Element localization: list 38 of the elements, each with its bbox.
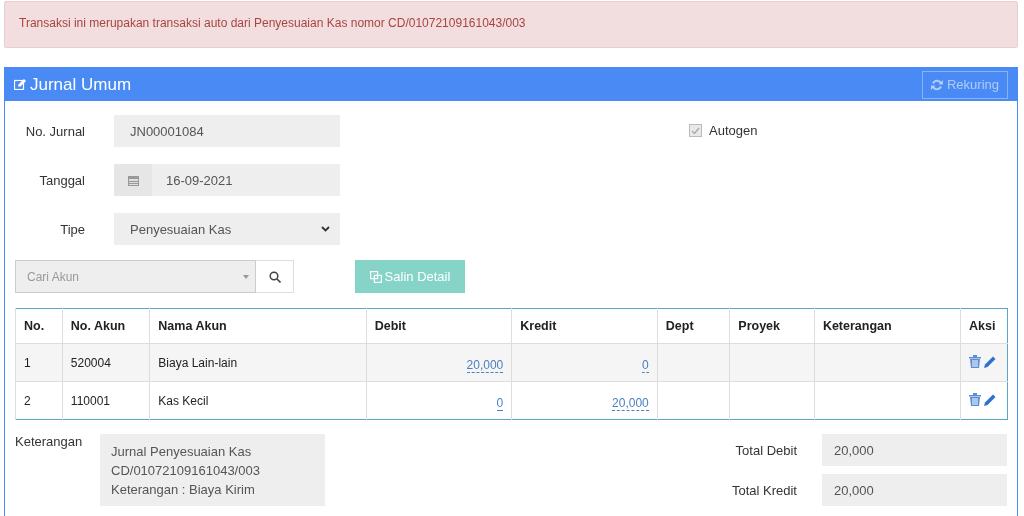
journal-number-field[interactable]: JN00001084 [114,115,340,147]
amount-link[interactable]: 0 [496,390,504,411]
table-cell: 1 [15,343,63,382]
edit-icon [14,79,26,90]
field-label: Tipe [59,221,85,237]
search-icon [268,270,281,283]
type-dropdown[interactable]: Penyesuaian Kas [114,213,340,245]
field-label: Total Kredit [730,482,797,498]
amount-link[interactable]: 20,000 [466,352,504,373]
table-cell: Biaya Lain-lain [149,343,367,382]
panel-title: Jurnal Umum [30,74,132,95]
caret-icon [243,274,249,279]
table-cell: 2 [15,381,63,420]
date-field[interactable]: 16-09-2021 [114,164,340,196]
total-credit-field: 20,000 [822,474,1007,506]
search-button[interactable] [256,260,294,293]
copy-icon [369,270,382,283]
checkbox-label: Autogen [709,123,758,138]
field-label: No. Jurnal [24,123,85,139]
amount-link[interactable]: 0 [642,352,649,373]
field-label: Total Debit [734,442,797,458]
description-field[interactable]: Jurnal Penyesuaian Kas CD/01072109161043/003 Keterangan : Biaya Kirim [100,434,325,506]
table-cell: 110001 [62,381,150,420]
table-cell: Kas Kecil [149,381,367,420]
trash-icon[interactable] [969,392,981,406]
pencil-icon[interactable] [984,393,996,406]
calendar-icon [127,174,139,186]
refresh-icon [930,78,943,91]
pencil-icon[interactable] [984,355,996,368]
trash-icon[interactable] [969,354,981,368]
account-search-dropdown[interactable]: Cari Akun [15,260,256,293]
field-label: Tanggal [38,172,85,188]
field-label: Keterangan [15,434,84,451]
total-debit-field: 20,000 [822,434,1007,466]
table-cell: 520004 [62,343,150,382]
amount-link[interactable]: 20,000 [612,390,649,411]
chevron-down-icon [321,226,330,232]
alert-message: Transaksi ini merupakan transaksi auto dari Penyesuaian Kas nomor CD/01072109161043/003 [4,1,1018,48]
